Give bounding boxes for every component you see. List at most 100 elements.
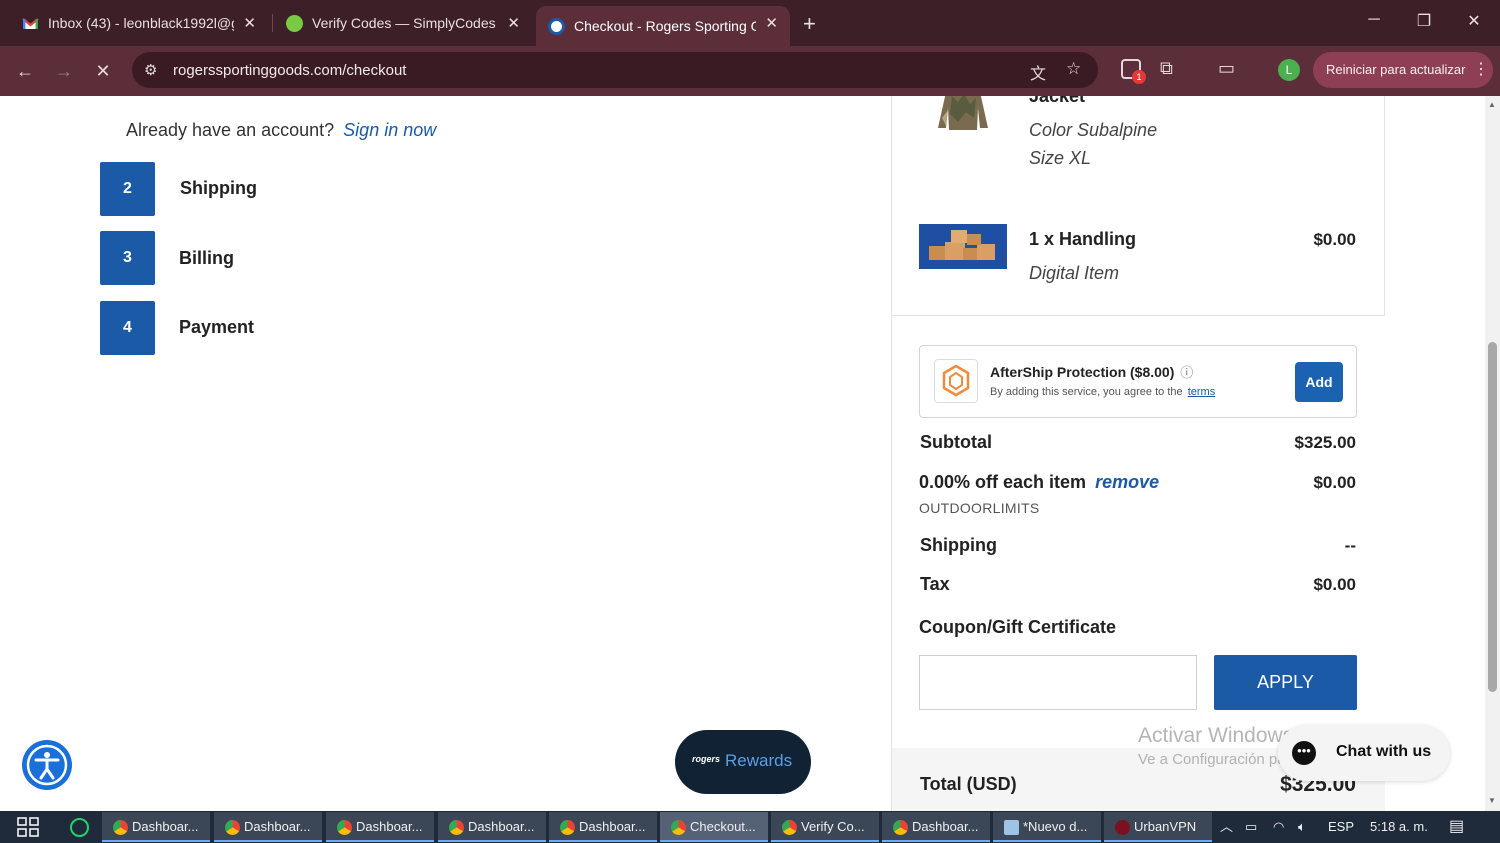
- restore-icon[interactable]: ❐: [1414, 11, 1434, 31]
- aftership-note-text: By adding this service, you agree to the: [990, 386, 1183, 398]
- taskbar-item-label: Dashboar...: [912, 819, 979, 834]
- terms-link[interactable]: terms: [1188, 386, 1216, 398]
- rogers-icon: [548, 17, 565, 35]
- handling-price: $0.00: [1313, 230, 1356, 249]
- tab-simplycodes[interactable]: Verify Codes — SimplyCodes ✕: [274, 6, 532, 40]
- step-label-payment[interactable]: Payment: [179, 317, 254, 338]
- profile-avatar[interactable]: L: [1278, 59, 1300, 81]
- stop-loading-icon[interactable]: ✕: [90, 58, 116, 84]
- handling-type: Digital Item: [1029, 263, 1120, 283]
- translate-icon[interactable]: 文: [1030, 60, 1046, 84]
- scroll-down-icon[interactable]: ▼: [1488, 796, 1496, 805]
- close-icon[interactable]: ✕: [243, 14, 256, 32]
- whatsapp-icon[interactable]: [70, 818, 89, 837]
- tab-gmail[interactable]: Inbox (43) - leonblack1992l@gmail.com ✕: [10, 6, 268, 40]
- taskbar-item-label: *Nuevo d...: [1023, 819, 1088, 834]
- items-separator: [891, 315, 1385, 316]
- taskbar-item-label: UrbanVPN: [1134, 819, 1197, 834]
- tray-chevron-icon[interactable]: ︿: [1220, 811, 1233, 843]
- chrome-icon: [337, 820, 352, 835]
- update-label: Reiniciar para actualizar: [1326, 62, 1466, 77]
- minimize-icon[interactable]: ─: [1364, 11, 1384, 29]
- wifi-icon[interactable]: ◠: [1273, 811, 1284, 843]
- language-indicator[interactable]: ESP: [1328, 811, 1354, 843]
- back-icon[interactable]: ←: [12, 58, 38, 84]
- media-cast-icon[interactable]: ▭: [1218, 58, 1235, 79]
- toolbar: ← → ✕ ⚙ rogerssportinggoods.com/checkout…: [0, 46, 1500, 96]
- notifications-icon[interactable]: ▤: [1449, 811, 1464, 843]
- chrome-icon: [225, 820, 240, 835]
- coupon-input[interactable]: [919, 655, 1197, 710]
- taskbar-item-label: Dashboar...: [132, 819, 199, 834]
- taskbar-item[interactable]: Verify Co...: [771, 812, 879, 842]
- discount-row: 0.00% off each item remove: [919, 472, 1159, 493]
- volume-icon[interactable]: 🔈︎: [1298, 811, 1306, 843]
- remove-discount-link[interactable]: remove: [1095, 472, 1159, 492]
- close-window-icon[interactable]: ✕: [1464, 11, 1484, 31]
- taskbar-item[interactable]: Dashboar...: [326, 812, 434, 842]
- taskbar-item[interactable]: Dashboar...: [438, 812, 546, 842]
- taskbar-item[interactable]: UrbanVPN: [1104, 812, 1212, 842]
- urbanvpn-icon: [1115, 820, 1130, 835]
- jacket-thumbnail[interactable]: [936, 96, 990, 134]
- accessibility-icon: [26, 744, 68, 786]
- simplycodes-icon: [286, 14, 303, 32]
- scroll-up-icon[interactable]: ▲: [1488, 100, 1496, 109]
- taskbar-item[interactable]: Dashboar...: [214, 812, 322, 842]
- taskbar-item-label: Dashboar...: [579, 819, 646, 834]
- new-tab-button[interactable]: +: [803, 11, 816, 37]
- info-icon[interactable]: ⓘ: [1180, 365, 1193, 380]
- menu-kebab-icon[interactable]: ⋮: [1473, 52, 1489, 88]
- sign-in-link[interactable]: Sign in now: [343, 120, 436, 140]
- url-text: rogerssportinggoods.com/checkout: [173, 62, 407, 79]
- page-scrollbar[interactable]: ▲ ▼: [1485, 96, 1500, 811]
- total-label: Total (USD): [920, 774, 1017, 794]
- extension-icon[interactable]: 1: [1121, 59, 1146, 84]
- shipping-value: --: [1344, 536, 1356, 555]
- address-bar[interactable]: ⚙ rogerssportinggoods.com/checkout 文 ☆: [132, 52, 1098, 88]
- clock[interactable]: 5:18 a. m.: [1370, 811, 1428, 843]
- item-name[interactable]: Jacket: [1029, 96, 1085, 107]
- rewards-button[interactable]: rogers Rewards: [675, 730, 811, 794]
- step-label-shipping[interactable]: Shipping: [180, 178, 257, 199]
- tax-label: Tax: [920, 574, 950, 594]
- close-icon[interactable]: ✕: [507, 14, 520, 32]
- restart-update-button[interactable]: Reiniciar para actualizar ⋮: [1313, 52, 1493, 88]
- step-label-billing[interactable]: Billing: [179, 248, 234, 269]
- tab-checkout[interactable]: Checkout - Rogers Sporting Goods ✕: [536, 6, 790, 46]
- chrome-icon: [449, 820, 464, 835]
- tab-title: Verify Codes — SimplyCodes: [312, 15, 496, 31]
- close-icon[interactable]: ✕: [765, 14, 778, 32]
- taskbar-item-active[interactable]: Checkout...: [660, 812, 768, 842]
- taskbar-item-label: Checkout...: [690, 819, 756, 834]
- taskbar-item-label: Dashboar...: [468, 819, 535, 834]
- bookmark-star-icon[interactable]: ☆: [1066, 59, 1081, 79]
- taskbar-item[interactable]: Dashboar...: [882, 812, 990, 842]
- discount-code: OUTDOORLIMITS: [919, 500, 1040, 516]
- item-size: Size XL: [1029, 148, 1092, 168]
- accessibility-button[interactable]: [22, 740, 72, 790]
- scroll-thumb[interactable]: [1488, 342, 1497, 692]
- aftership-title-text: AfterShip Protection ($8.00): [990, 364, 1175, 380]
- column-divider: [891, 96, 892, 811]
- forward-icon[interactable]: →: [51, 58, 77, 84]
- summary-border: [1384, 96, 1385, 316]
- site-info-icon[interactable]: ⚙: [144, 61, 157, 79]
- taskbar-item-label: Dashboar...: [356, 819, 423, 834]
- taskbar-item[interactable]: *Nuevo d...: [993, 812, 1101, 842]
- taskbar-item[interactable]: Dashboar...: [549, 812, 657, 842]
- discount-value: $0.00: [1313, 473, 1356, 492]
- step-number-shipping: 2: [100, 162, 155, 216]
- tab-separator: [272, 14, 273, 32]
- add-protection-button[interactable]: Add: [1295, 362, 1343, 402]
- rewards-label: Rewards: [725, 751, 793, 770]
- task-view-icon[interactable]: [17, 817, 39, 837]
- taskbar-item[interactable]: Dashboar...: [102, 812, 210, 842]
- extensions-puzzle-icon[interactable]: ⧉: [1160, 58, 1173, 79]
- apply-coupon-button[interactable]: APPLY: [1214, 655, 1357, 710]
- chat-button[interactable]: ••• Chat with us: [1278, 725, 1450, 781]
- handling-thumbnail[interactable]: [919, 224, 1007, 269]
- chrome-icon: [893, 820, 908, 835]
- battery-icon[interactable]: ▭: [1245, 811, 1257, 843]
- chat-bubble-icon: •••: [1292, 741, 1316, 765]
